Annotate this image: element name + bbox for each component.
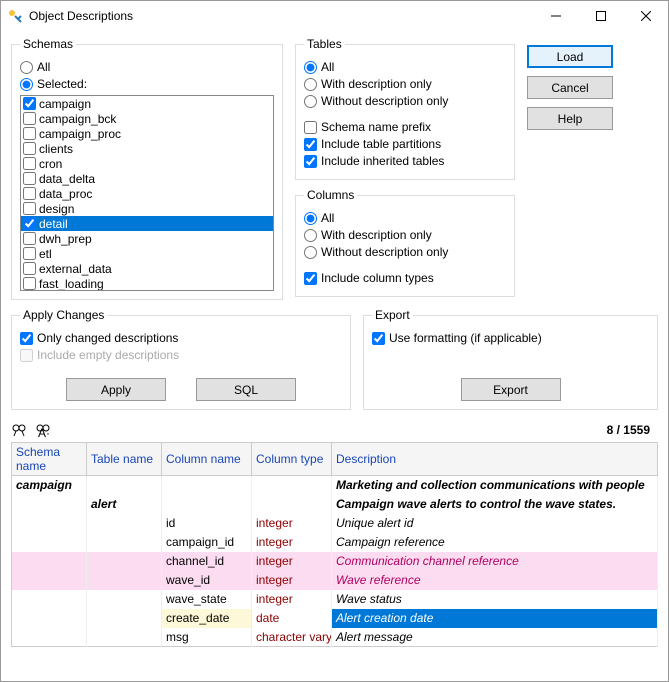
columns-radio-without[interactable]: Without description only (304, 245, 506, 259)
help-button[interactable]: Help (527, 107, 613, 130)
col-table[interactable]: Table name (87, 443, 162, 476)
schema-item[interactable]: data_proc (21, 186, 273, 201)
export-button[interactable]: Export (461, 378, 561, 401)
load-button[interactable]: Load (527, 45, 613, 68)
columns-radio-all[interactable]: All (304, 211, 506, 225)
schema-item[interactable]: data_delta (21, 171, 273, 186)
col-schema[interactable]: Schema name (12, 443, 87, 476)
tables-radio-with[interactable]: With description only (304, 77, 506, 91)
table-row[interactable]: campaignMarketing and collection communi… (12, 476, 658, 495)
table-row[interactable]: campaign_idintegerCampaign reference (12, 533, 658, 552)
table-row[interactable]: create_datedateAlert creation date (12, 609, 658, 628)
maximize-button[interactable] (578, 2, 623, 31)
window-title: Object Descriptions (29, 9, 533, 23)
titlebar: Object Descriptions (1, 1, 668, 31)
schema-name-prefix-check[interactable]: Schema name prefix (304, 120, 506, 134)
table-row[interactable]: wave_stateintegerWave status (12, 590, 658, 609)
schema-item[interactable]: design (21, 201, 273, 216)
schema-item[interactable]: cron (21, 156, 273, 171)
schema-item[interactable]: campaign_bck (21, 111, 273, 126)
schema-item[interactable]: clients (21, 141, 273, 156)
col-column[interactable]: Column name (162, 443, 252, 476)
schemas-group: Schemas All Selected: campaigncampaign_b… (11, 37, 283, 300)
find-icon[interactable] (11, 422, 27, 438)
tables-radio-without[interactable]: Without description only (304, 94, 506, 108)
close-button[interactable] (623, 2, 668, 31)
table-row[interactable]: alertCampaign wave alerts to control the… (12, 495, 658, 514)
schema-item[interactable]: detail (21, 216, 273, 231)
minimize-button[interactable] (533, 2, 578, 31)
table-row[interactable]: msgcharacter varyiAlert message (12, 628, 658, 647)
schemas-radio-selected[interactable]: Selected: (20, 77, 274, 91)
table-row[interactable]: wave_idintegerWave reference (12, 571, 658, 590)
columns-radio-with[interactable]: With description only (304, 228, 506, 242)
schemas-radio-all[interactable]: All (20, 60, 274, 74)
include-column-types-check[interactable]: Include column types (304, 271, 506, 285)
schemas-legend: Schemas (20, 37, 76, 51)
find-replace-icon[interactable]: A·B (35, 422, 51, 438)
schema-item[interactable]: external_data (21, 261, 273, 276)
only-changed-check[interactable]: Only changed descriptions (20, 331, 342, 345)
use-formatting-check[interactable]: Use formatting (if applicable) (372, 331, 649, 345)
schema-item[interactable]: campaign (21, 96, 273, 111)
schema-item[interactable]: dwh_prep (21, 231, 273, 246)
tables-group: Tables All With description only Without… (295, 37, 515, 180)
app-icon (7, 8, 23, 24)
table-row[interactable]: idintegerUnique alert id (12, 514, 658, 533)
schema-item[interactable]: etl (21, 246, 273, 261)
columns-legend: Columns (304, 188, 357, 202)
export-group: Export Use formatting (if applicable) Ex… (363, 308, 658, 410)
include-partitions-check[interactable]: Include table partitions (304, 137, 506, 151)
results-table: Schema name Table name Column name Colum… (11, 442, 658, 647)
schemas-list[interactable]: campaigncampaign_bckcampaign_procclients… (20, 95, 274, 291)
export-legend: Export (372, 308, 413, 322)
tables-radio-all[interactable]: All (304, 60, 506, 74)
svg-text:A·B: A·B (38, 426, 51, 438)
tables-legend: Tables (304, 37, 345, 51)
table-row[interactable]: channel_idintegerCommunication channel r… (12, 552, 658, 571)
col-desc[interactable]: Description (332, 443, 658, 476)
cancel-button[interactable]: Cancel (527, 76, 613, 99)
sql-button[interactable]: SQL (196, 378, 296, 401)
apply-changes-group: Apply Changes Only changed descriptions … (11, 308, 351, 410)
col-type[interactable]: Column type (252, 443, 332, 476)
include-empty-check: Include empty descriptions (20, 348, 342, 362)
row-counter: 8 / 1559 (607, 423, 658, 437)
schema-item[interactable]: fast_loading (21, 276, 273, 291)
include-inherited-check[interactable]: Include inherited tables (304, 154, 506, 168)
apply-button[interactable]: Apply (66, 378, 166, 401)
schema-item[interactable]: campaign_proc (21, 126, 273, 141)
apply-legend: Apply Changes (20, 308, 107, 322)
columns-group: Columns All With description only Withou… (295, 188, 515, 297)
